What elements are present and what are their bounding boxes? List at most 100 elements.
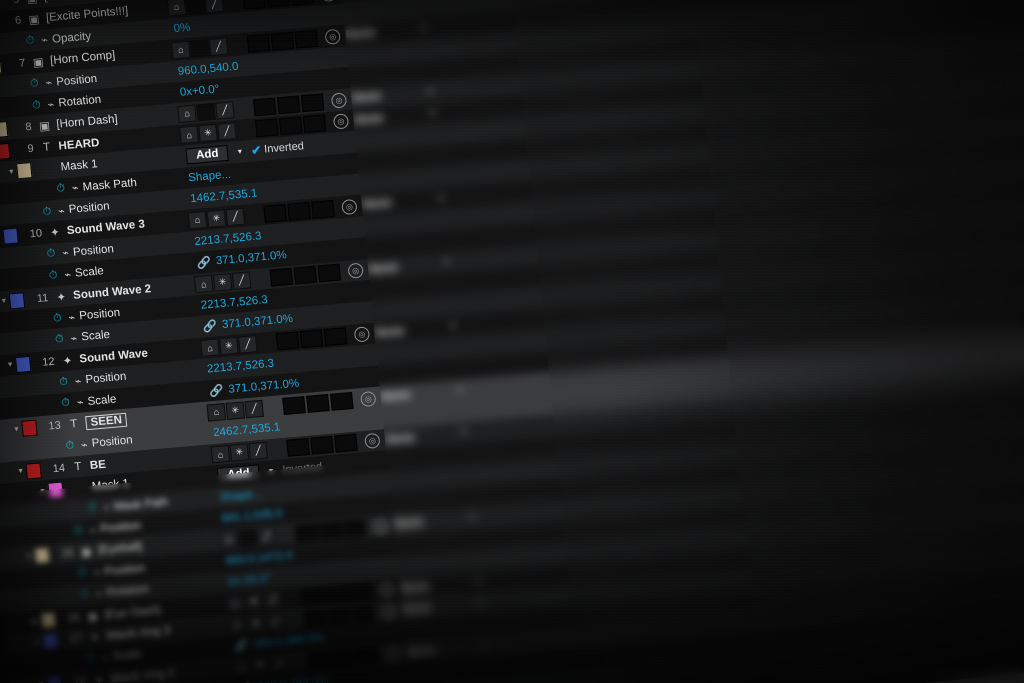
layer-name[interactable]: [Eyeball] <box>98 541 143 557</box>
mode-column-cell[interactable] <box>326 606 351 626</box>
property-value[interactable]: 371.0,371.0% <box>222 313 294 331</box>
layer-name[interactable]: BE <box>89 458 106 471</box>
chevron-right-icon[interactable]: ▶ <box>29 617 41 626</box>
pickwhip-spiral-icon[interactable]: ◎ <box>347 262 364 279</box>
mode-column-cell[interactable] <box>318 521 343 541</box>
chevron-down-icon[interactable]: ▼ <box>460 429 468 437</box>
property-value[interactable]: 0% <box>173 22 191 35</box>
motion-blur-icon[interactable]: ✳ <box>212 273 233 292</box>
collapse-transformations-icon[interactable]: ⌂ <box>166 0 187 17</box>
adjustment-layer-icon[interactable]: ╱ <box>231 271 252 290</box>
lock-icon[interactable] <box>0 636 6 655</box>
graph-editor-icon[interactable]: ⌁ <box>60 267 76 282</box>
parent-select[interactable]: None <box>375 325 405 339</box>
collapse-transformations-icon[interactable]: ⌂ <box>200 338 220 358</box>
label-color-swatch[interactable] <box>8 291 26 310</box>
graph-editor-icon[interactable]: ⌁ <box>67 181 83 195</box>
chevron-down-icon[interactable]: ▼ <box>437 195 445 203</box>
mode-column-cell[interactable] <box>290 0 314 6</box>
parent-select[interactable]: None <box>394 517 424 531</box>
link-chain-icon[interactable]: 🔗 <box>202 319 217 334</box>
link-chain-icon[interactable]: 🔗 <box>234 638 249 653</box>
adjustment-layer-icon[interactable]: ╱ <box>256 527 277 546</box>
label-color-swatch[interactable] <box>14 355 32 373</box>
stopwatch-icon[interactable]: ⏱ <box>39 205 54 219</box>
property-value[interactable]: Shape... <box>188 168 232 184</box>
mask-name[interactable]: Mask 1 <box>60 158 98 173</box>
adjustment-layer-icon[interactable]: ╱ <box>248 441 269 461</box>
mode-column-cell[interactable] <box>286 438 310 458</box>
motion-blur-icon[interactable]: ✳ <box>219 337 239 356</box>
mode-column-cell[interactable] <box>303 608 327 628</box>
pickwhip-spiral-icon[interactable]: ◎ <box>341 198 358 215</box>
pickwhip-spiral-icon[interactable]: ◎ <box>364 433 381 450</box>
pickwhip-spiral-icon[interactable]: ◎ <box>372 518 389 535</box>
mode-column-cell[interactable] <box>300 93 325 113</box>
mode-column-cell[interactable] <box>317 263 342 283</box>
layer-name[interactable]: Sound Wave 2 <box>73 283 152 302</box>
property-value[interactable]: 371.0,371.0% <box>215 249 287 267</box>
property-value[interactable]: 371.0,371.0% <box>228 377 300 395</box>
adjustment-layer-icon[interactable]: ╱ <box>208 37 229 56</box>
mask-mode-dropdown[interactable]: Add <box>185 145 230 165</box>
pickwhip-spiral-icon[interactable]: ◎ <box>353 326 371 343</box>
property-value[interactable]: 389.0,389.0% <box>257 675 329 683</box>
mode-column-cell[interactable] <box>282 395 306 415</box>
parent-select[interactable]: None <box>369 261 399 275</box>
property-value[interactable]: 2213.7,526.3 <box>207 358 275 376</box>
mode-column-cell[interactable] <box>348 583 373 602</box>
mode-column-cell[interactable] <box>287 201 311 221</box>
parent-select[interactable]: None <box>381 389 411 403</box>
motion-blur-icon[interactable]: ✳ <box>206 209 227 228</box>
stopwatch-icon[interactable]: ⏱ <box>23 34 38 48</box>
motion-blur-icon[interactable]: ✳ <box>244 592 264 612</box>
mode-column-cell[interactable] <box>293 265 318 285</box>
mode-column-cell[interactable] <box>334 434 358 453</box>
collapse-transformations-icon[interactable]: ⌂ <box>225 594 245 613</box>
motion-blur-icon[interactable]: ✳ <box>246 613 266 633</box>
chevron-down-icon[interactable]: ▼ <box>11 425 23 434</box>
stopwatch-icon[interactable]: ⏱ <box>77 588 92 602</box>
pickwhip-spiral-icon[interactable]: ◎ <box>330 92 348 109</box>
parent-select[interactable]: None <box>362 197 392 211</box>
property-value[interactable]: 960.0,1472.0 <box>225 550 293 568</box>
stopwatch-icon[interactable]: ⏱ <box>27 77 42 91</box>
mode-column-cell[interactable] <box>276 95 301 115</box>
mode-column-cell[interactable] <box>342 519 367 539</box>
adjustment-layer-icon[interactable]: ╱ <box>244 399 264 418</box>
stopwatch-icon[interactable]: ⏱ <box>85 502 100 516</box>
graph-editor-icon[interactable]: ⌁ <box>57 246 73 260</box>
property-value[interactable]: Shape... <box>219 488 263 504</box>
parent-select[interactable]: None <box>346 27 376 41</box>
adjustment-layer-icon[interactable]: ╱ <box>217 122 237 141</box>
property-value[interactable]: 2213.7,526.3 <box>194 230 262 248</box>
stopwatch-icon[interactable]: ⏱ <box>53 182 68 196</box>
collapse-transformations-icon[interactable]: ⌂ <box>170 40 191 60</box>
lock-icon[interactable] <box>0 615 4 634</box>
stopwatch-icon[interactable]: ⏱ <box>75 567 90 581</box>
collapse-transformations-icon[interactable]: ⌂ <box>206 402 227 422</box>
graph-editor-icon[interactable]: ⌁ <box>89 566 105 580</box>
mode-column-cell[interactable] <box>294 523 319 543</box>
layer-name[interactable]: [Horn Comp] <box>50 50 116 68</box>
motion-blur-icon[interactable]: ✳ <box>198 124 218 143</box>
property-value[interactable]: 389.0,389.0% <box>253 633 325 651</box>
parent-select[interactable]: None <box>406 644 436 658</box>
property-value[interactable]: 0x-29.0° <box>227 573 271 589</box>
stopwatch-icon[interactable]: ⏱ <box>44 247 59 261</box>
adjustment-layer-icon[interactable]: ╱ <box>204 0 225 14</box>
motion-blur-icon[interactable]: ✳ <box>225 400 245 420</box>
pickwhip-spiral-icon[interactable]: ◎ <box>324 28 341 45</box>
mode-column-cell[interactable] <box>323 327 348 347</box>
link-chain-icon[interactable]: 🔗 <box>196 255 211 270</box>
collapse-transformations-icon[interactable]: ⌂ <box>177 104 197 123</box>
chevron-down-icon[interactable]: ▼ <box>477 600 485 608</box>
mask-mode-dropdown[interactable]: Add <box>216 464 261 485</box>
mode-column-cell[interactable] <box>246 33 271 53</box>
switch-empty-icon[interactable] <box>237 528 258 548</box>
mode-column-cell[interactable] <box>306 393 330 413</box>
graph-editor-icon[interactable]: ⌁ <box>66 331 82 346</box>
mode-column-cell[interactable] <box>275 331 300 351</box>
mode-column-cell[interactable] <box>331 649 355 668</box>
mask-name[interactable]: Mask 1 <box>91 478 129 493</box>
